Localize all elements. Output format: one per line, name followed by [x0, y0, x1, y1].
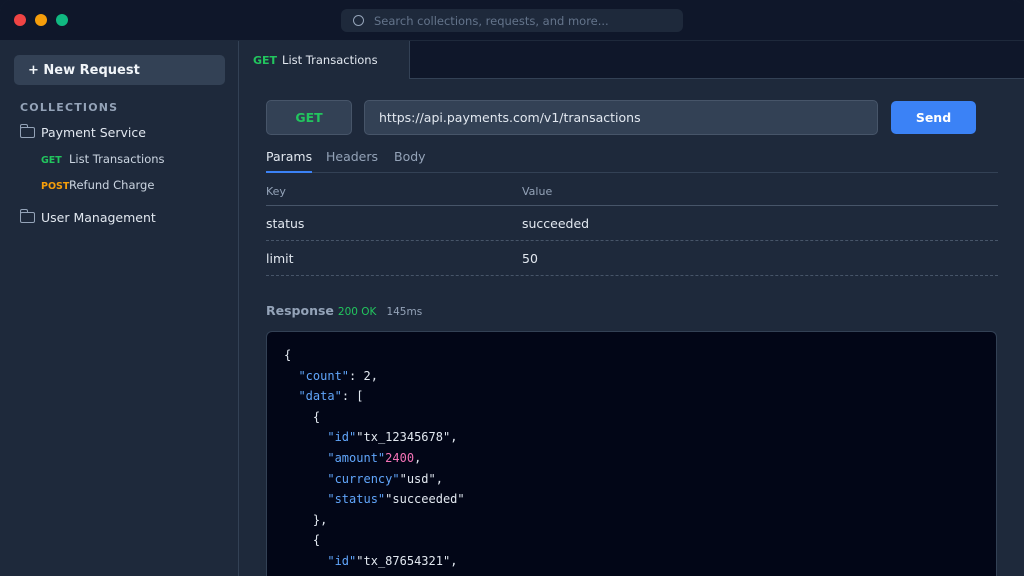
code-token: "id": [327, 553, 357, 568]
send-button[interactable]: Send: [891, 101, 976, 134]
method-badge: POST: [41, 181, 70, 192]
request-label: List Transactions: [69, 152, 165, 166]
app-window: Search collections, requests, and more..…: [0, 0, 1024, 576]
code-token: "amount": [327, 450, 386, 465]
main-panel: GET List Transactions GET https://api.pa…: [239, 41, 1024, 576]
request-label: Refund Charge: [69, 178, 155, 192]
sidebar-request-list-transactions[interactable]: GET List Transactions: [41, 152, 165, 166]
http-method-select[interactable]: GET: [266, 100, 352, 135]
code-token: },: [284, 512, 328, 527]
code-token: 2: [363, 368, 371, 383]
code-token: "succeeded": [385, 492, 465, 507]
tab-method-badge: GET: [253, 53, 278, 67]
tab-params[interactable]: Params: [266, 149, 313, 173]
collections-heading: COLLECTIONS: [20, 101, 119, 114]
code-token: ,: [450, 430, 458, 445]
code-token: :: [349, 368, 364, 383]
global-search-input[interactable]: Search collections, requests, and more..…: [341, 9, 683, 32]
code-token: ,: [370, 368, 378, 383]
code-token: "data": [298, 389, 342, 404]
tab-list-transactions[interactable]: GET List Transactions: [239, 41, 410, 79]
code-line: {: [284, 530, 465, 551]
folder-icon: [19, 124, 35, 138]
maximize-window-button[interactable]: [56, 14, 68, 26]
request-subtabs: Params Headers Body: [266, 149, 998, 173]
code-token: ,: [435, 471, 443, 486]
folder-label: User Management: [41, 210, 156, 225]
param-value[interactable]: 50: [522, 251, 538, 266]
code-token: ,: [414, 450, 422, 465]
code-token: 2400: [385, 450, 415, 465]
tab-headers[interactable]: Headers: [326, 149, 378, 173]
response-body[interactable]: { "count": 2, "data": [ { "id""tx_123456…: [266, 331, 997, 576]
code-line: "currency""usd",: [284, 469, 465, 490]
status-badge: 200 OK: [337, 306, 377, 318]
search-icon: [353, 15, 364, 26]
new-request-button[interactable]: + New Request: [14, 55, 225, 85]
code-line: "id""tx_12345678",: [284, 427, 465, 448]
code-token: "tx_12345678": [356, 430, 451, 445]
code-line: "data": [: [284, 386, 465, 407]
code-line: "amount"2400,: [284, 448, 465, 469]
table-row: status succeeded: [266, 207, 998, 241]
param-key[interactable]: status: [266, 216, 304, 231]
folder-icon: [19, 209, 35, 223]
response-label: Response: [266, 303, 334, 318]
sidebar-request-refund-charge[interactable]: POST Refund Charge: [41, 178, 154, 192]
table-row: limit 50: [266, 242, 998, 276]
column-key: Key: [266, 185, 286, 198]
response-json: { "count": 2, "data": [ { "id""tx_123456…: [284, 345, 465, 576]
code-token: "status": [327, 492, 386, 507]
folder-payment-service[interactable]: Payment Service: [19, 124, 146, 140]
code-token: {: [284, 533, 321, 548]
code-line: },: [284, 510, 465, 531]
response-time: 145ms: [386, 306, 423, 318]
params-table-header: Key Value: [266, 182, 998, 206]
search-placeholder: Search collections, requests, and more..…: [374, 13, 609, 28]
code-token: "count": [298, 368, 350, 383]
code-line: "amount"800,: [284, 572, 465, 576]
url-input[interactable]: https://api.payments.com/v1/transactions: [364, 100, 878, 135]
code-token: ,: [450, 553, 458, 568]
code-token: {: [284, 348, 292, 362]
code-token: "usd": [399, 471, 436, 486]
code-line: "count": 2,: [284, 366, 465, 387]
column-value: Value: [522, 185, 553, 198]
param-key[interactable]: limit: [266, 251, 294, 266]
code-line: {: [284, 407, 465, 428]
tab-bar: GET List Transactions: [239, 41, 1024, 79]
code-token: "currency": [327, 471, 400, 486]
tab-label: List Transactions: [282, 53, 378, 67]
minimize-window-button[interactable]: [35, 14, 47, 26]
title-bar: Search collections, requests, and more..…: [0, 0, 1024, 41]
code-line: "status""succeeded": [284, 489, 465, 510]
param-value[interactable]: succeeded: [522, 216, 589, 231]
code-token: {: [284, 409, 321, 424]
code-token: "id": [327, 430, 357, 445]
folder-user-management[interactable]: User Management: [19, 209, 156, 225]
close-window-button[interactable]: [14, 14, 26, 26]
folder-label: Payment Service: [41, 125, 146, 140]
sidebar: + New Request COLLECTIONS Payment Servic…: [0, 41, 239, 576]
response-heading: Response 200 OK 145ms: [266, 303, 422, 318]
code-token: "tx_87654321": [356, 553, 451, 568]
code-token: : [: [341, 389, 364, 404]
method-badge: GET: [41, 155, 62, 166]
tab-body[interactable]: Body: [394, 149, 426, 173]
code-line: "id""tx_87654321",: [284, 551, 465, 572]
code-line: {: [284, 345, 465, 366]
